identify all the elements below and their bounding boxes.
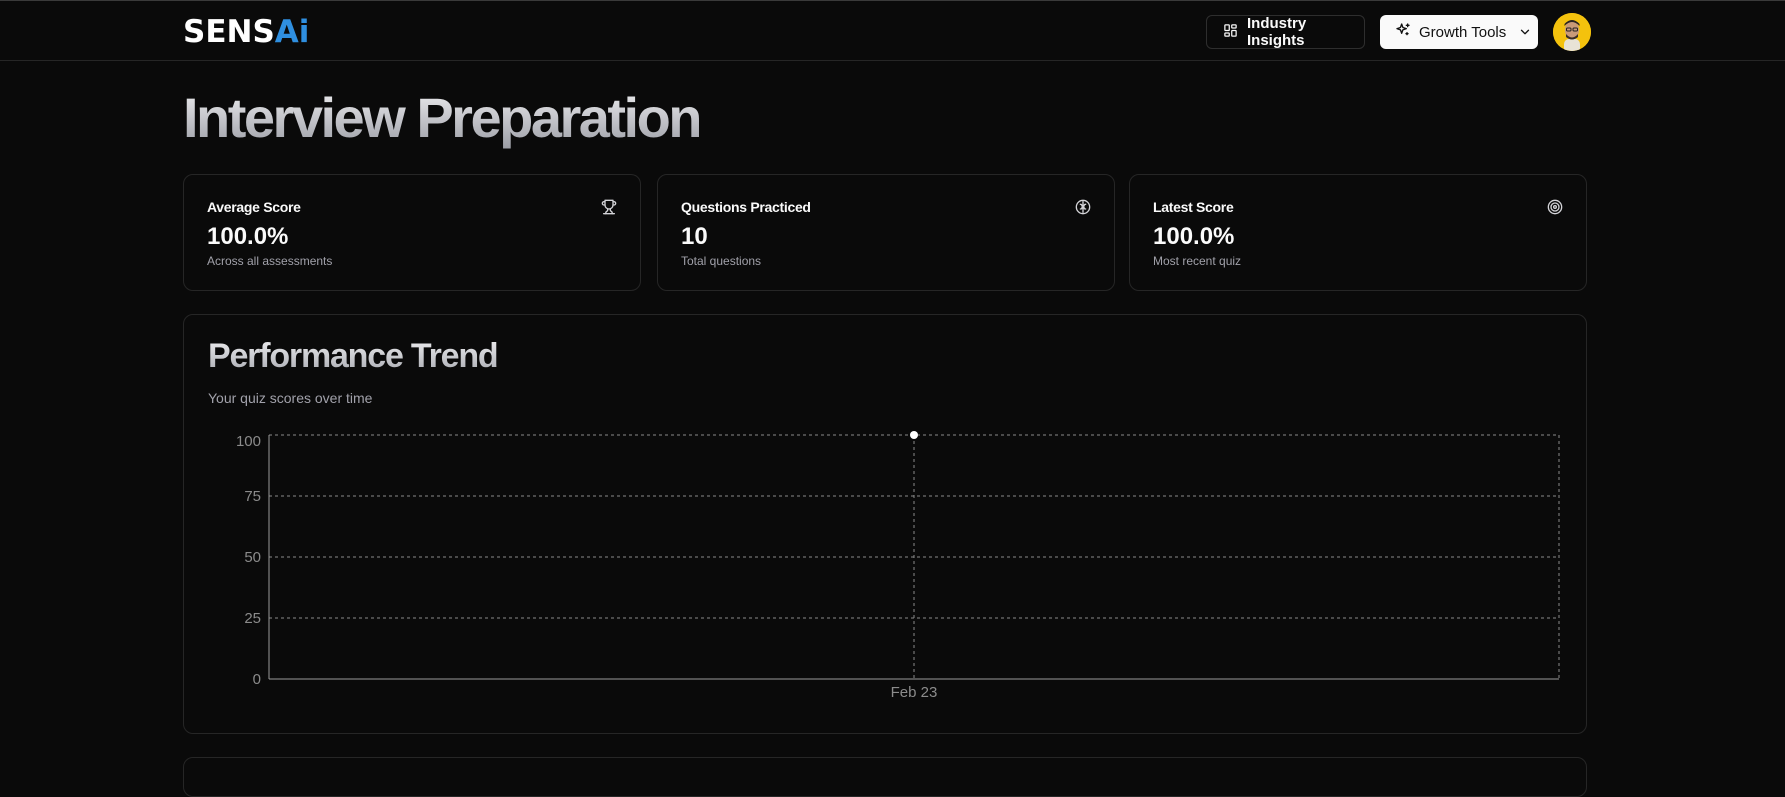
stat-subtext: Total questions (681, 254, 762, 268)
logo-text-main: SENS (183, 14, 275, 50)
stat-value: 10 (681, 223, 708, 250)
quiz-list-card (183, 757, 1587, 797)
stat-label: Latest Score (1153, 199, 1234, 215)
industry-insights-button[interactable]: Industry Insights (1206, 15, 1365, 49)
stat-subtext: Most recent quiz (1153, 254, 1242, 268)
y-tick-label: 50 (244, 549, 261, 566)
logo-text-accent: Ai (274, 14, 310, 50)
industry-insights-label: Industry Insights (1247, 15, 1307, 49)
page-title: Interview Preparation (183, 86, 703, 149)
layout-dashboard-icon (1223, 23, 1238, 42)
y-tick-label: 0 (253, 671, 261, 688)
y-tick-label: 100 (236, 433, 261, 450)
top-navbar: SENSAi Industry Insights Growth Tools (0, 0, 1785, 61)
sparkles-icon (1395, 22, 1411, 42)
trophy-icon (601, 199, 617, 215)
stat-value: 100.0% (207, 223, 289, 250)
growth-tools-label: Growth Tools (1419, 23, 1507, 41)
brain-icon (1075, 199, 1091, 215)
stat-label: Questions Practiced (681, 199, 811, 215)
growth-tools-dropdown[interactable]: Growth Tools (1380, 15, 1538, 49)
y-tick-label: 75 (244, 488, 261, 505)
stat-value: 100.0% (1153, 223, 1235, 250)
stat-card-questions-practiced: Questions Practiced 10 Total questions (657, 174, 1115, 291)
app-logo[interactable]: SENSAi (183, 15, 309, 49)
data-point (910, 431, 918, 439)
chevron-down-icon (1518, 25, 1532, 39)
performance-trend-chart: 0 25 50 75 100 Feb 23 (236, 431, 1560, 701)
avatar-photo (1553, 13, 1591, 51)
x-tick-label: Feb 23 (891, 684, 938, 701)
target-icon (1547, 199, 1563, 215)
performance-trend-card: Performance Trend Your quiz scores over … (183, 314, 1587, 734)
stat-card-latest-score: Latest Score 100.0% Most recent quiz (1129, 174, 1587, 291)
stat-card-average-score: Average Score 100.0% Across all assessme… (183, 174, 641, 291)
y-tick-label: 25 (244, 610, 261, 627)
stat-subtext: Across all assessments (207, 254, 333, 268)
user-avatar[interactable] (1553, 13, 1591, 51)
stat-label: Average Score (207, 199, 301, 215)
